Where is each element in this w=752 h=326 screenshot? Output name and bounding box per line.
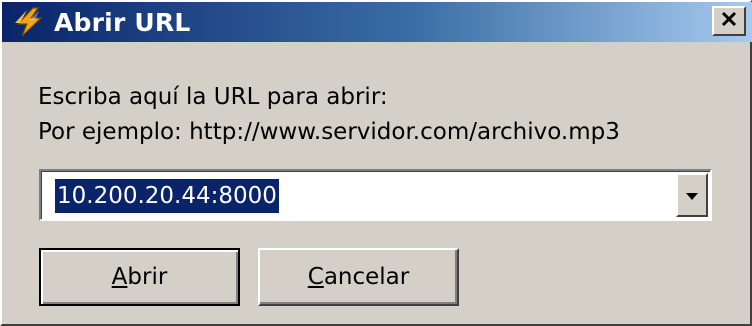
title-bar[interactable]: Abrir URL (2, 2, 752, 42)
open-url-dialog: Abrir URL Escriba aquí la URL para abrir… (0, 0, 752, 326)
open-button-mnemonic: A (111, 264, 128, 290)
dialog-title: Abrir URL (54, 7, 191, 37)
example-text: Por ejemplo: http://www.servidor.com/arc… (38, 119, 620, 145)
dropdown-button[interactable] (676, 173, 708, 217)
instruction-text: Escriba aquí la URL para abrir: (38, 84, 388, 110)
cancel-button[interactable]: Cancelar (258, 248, 459, 306)
chevron-down-icon (685, 186, 699, 205)
url-input[interactable]: 10.200.20.44:8000 (55, 179, 279, 213)
cancel-button-mnemonic: C (307, 264, 324, 290)
close-icon (720, 11, 738, 31)
close-button[interactable] (712, 6, 746, 36)
open-button[interactable]: Abrir (39, 248, 240, 306)
url-combobox[interactable]: 10.200.20.44:8000 (39, 169, 712, 221)
lightning-bolt-icon (8, 2, 52, 42)
open-button-label: brir (127, 264, 168, 290)
cancel-button-label: ancelar (323, 264, 410, 290)
